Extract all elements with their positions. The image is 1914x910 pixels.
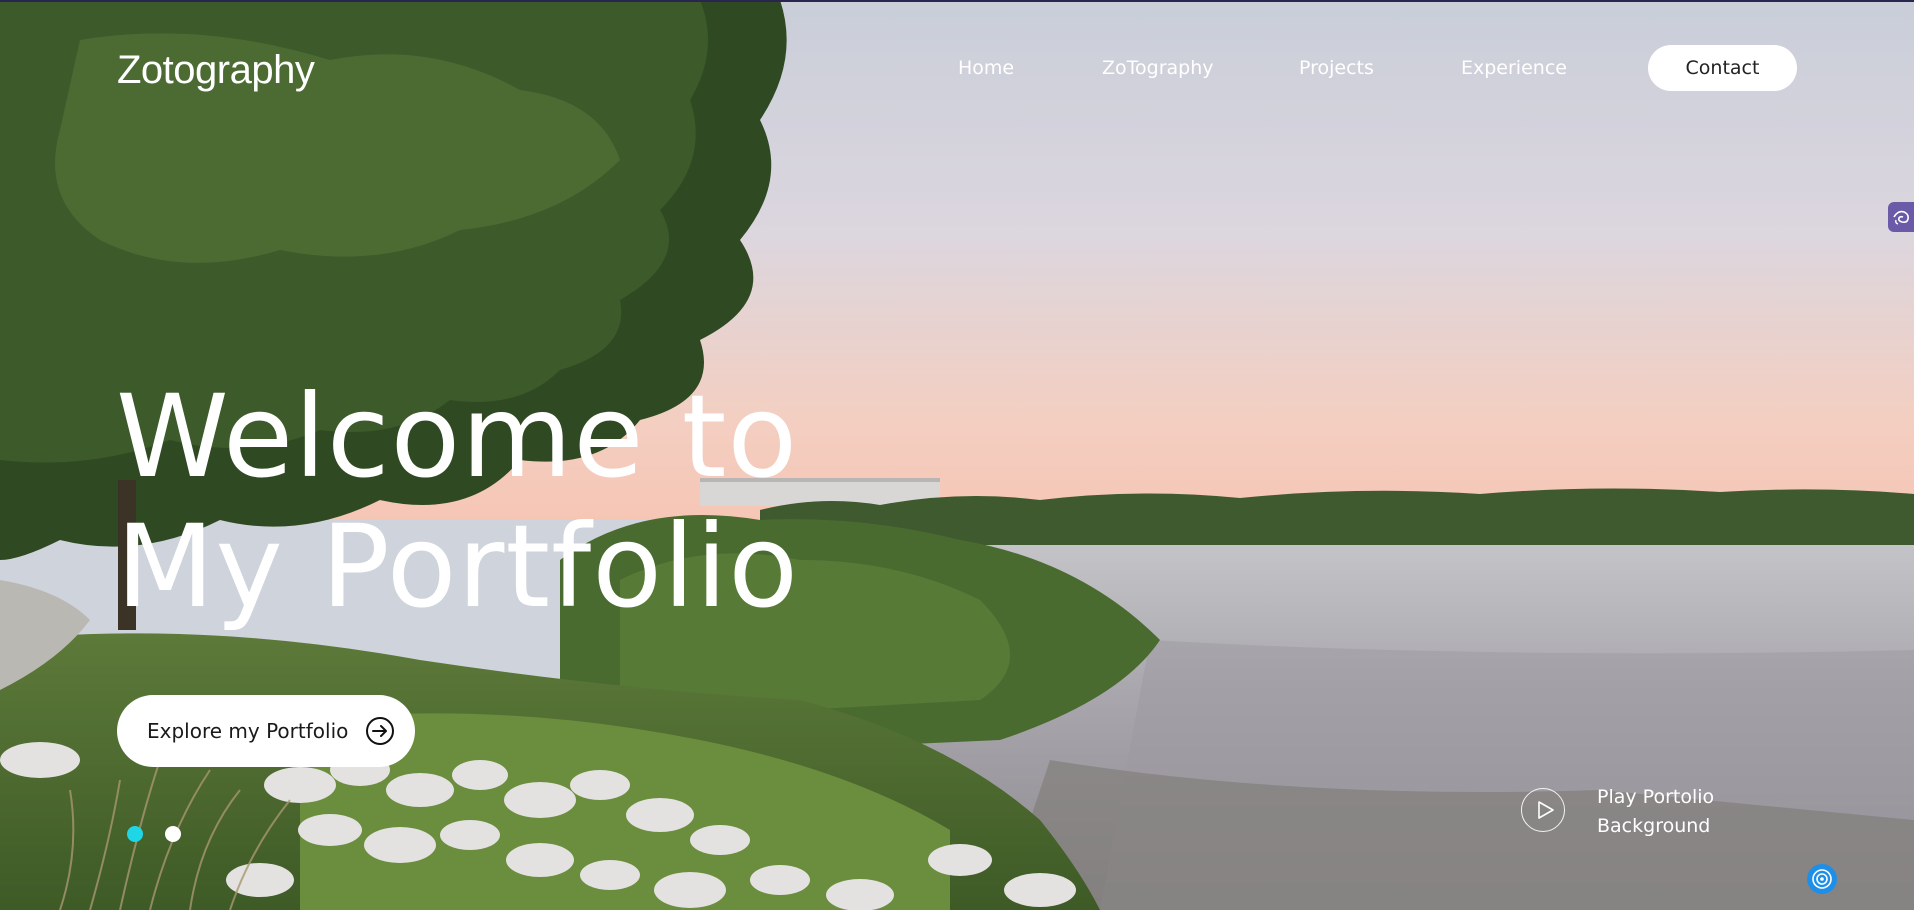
nav-item-experience[interactable]: Experience [1461, 57, 1567, 79]
explore-portfolio-label: Explore my Portfolio [147, 719, 349, 743]
play-background-button[interactable] [1521, 788, 1565, 832]
side-widget-tab[interactable] [1888, 202, 1914, 232]
play-background-label[interactable]: Play Portolio Background [1597, 783, 1757, 841]
hero-title-line-2: My Portfolio [116, 500, 800, 633]
play-background-label-line-2: Background [1597, 815, 1711, 837]
play-background-label-line-1: Play Portolio [1597, 786, 1715, 808]
slider-dot-1[interactable] [127, 826, 143, 842]
contact-button[interactable]: Contact [1648, 45, 1797, 91]
accessibility-icon [1893, 210, 1909, 225]
explore-portfolio-button[interactable]: Explore my Portfolio [117, 695, 415, 767]
assistant-icon [1812, 869, 1832, 889]
hero-title-line-1: Welcome to [116, 370, 799, 503]
floating-assistant-button[interactable] [1807, 864, 1837, 894]
nav-item-projects[interactable]: Projects [1299, 57, 1374, 79]
arrow-right-circle-icon [365, 716, 395, 746]
hero-title: Welcome to My Portfolio [116, 372, 799, 632]
play-icon [1538, 801, 1554, 819]
slider-dot-2[interactable] [165, 826, 181, 842]
nav-item-home[interactable]: Home [958, 57, 1014, 79]
site-logo[interactable]: Zotography [117, 48, 315, 93]
top-border [0, 0, 1914, 2]
nav-item-zotography[interactable]: ZoTography [1102, 57, 1214, 79]
